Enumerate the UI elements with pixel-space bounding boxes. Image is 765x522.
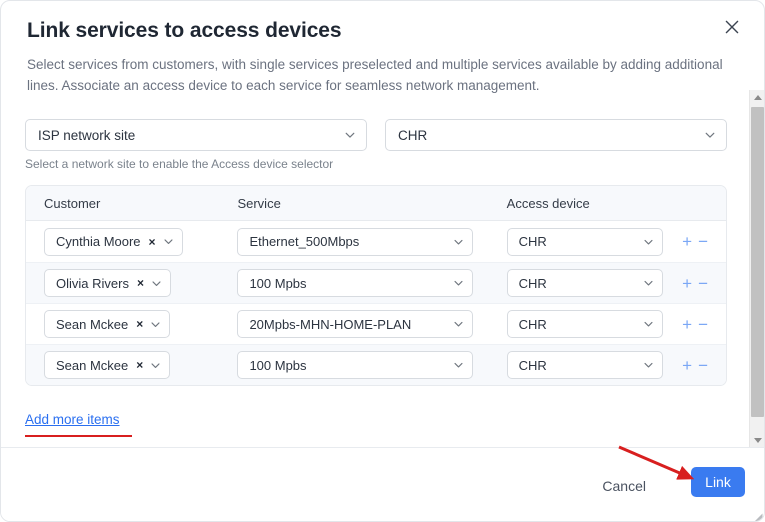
annotation-underline xyxy=(25,435,132,437)
chevron-down-icon xyxy=(344,129,356,141)
customer-select[interactable]: Sean Mckee × xyxy=(44,310,171,338)
chevron-down-icon xyxy=(453,236,464,247)
row-access-device-select[interactable]: CHR xyxy=(506,310,663,338)
remove-row-button[interactable]: − xyxy=(698,357,708,374)
service-select-value: 20Mpbs-MHN-HOME-PLAN xyxy=(249,316,412,332)
top-selector-row: ISP network site CHR xyxy=(25,119,727,151)
page-title: Link services to access devices xyxy=(27,19,342,42)
chevron-down-icon xyxy=(643,278,654,289)
table-header-row: Customer Service Access device xyxy=(26,186,726,221)
scrollbar-thumb[interactable] xyxy=(751,107,764,417)
row-access-device-select[interactable]: CHR xyxy=(506,227,663,256)
add-row-button[interactable]: + xyxy=(682,357,692,374)
chevron-down-icon xyxy=(163,236,174,247)
customer-select[interactable]: Cynthia Moore × xyxy=(44,227,183,256)
chevron-down-icon xyxy=(150,319,161,330)
vertical-scrollbar[interactable] xyxy=(749,90,764,448)
row-access-device-select[interactable]: CHR xyxy=(506,351,663,379)
cell-access-device: CHR xyxy=(495,351,674,379)
dialog-footer: Cancel Link xyxy=(1,447,764,521)
table-row: Sean Mckee × 100 Mpbs CHR + − xyxy=(26,344,726,385)
network-site-select-value: ISP network site xyxy=(38,127,136,143)
service-select-value: 100 Mpbs xyxy=(249,275,307,291)
add-more-items-link[interactable]: Add more items xyxy=(25,412,120,427)
services-table: Customer Service Access device Cynthia M… xyxy=(25,185,727,386)
cell-access-device: CHR xyxy=(495,269,674,297)
chevron-down-icon xyxy=(643,236,654,247)
link-services-dialog: Link services to access devices Select s… xyxy=(0,0,765,522)
cell-actions: + − xyxy=(674,233,726,250)
row-access-device-select[interactable]: CHR xyxy=(506,269,663,297)
row-access-device-value: CHR xyxy=(518,357,547,373)
customer-select-value: Sean Mckee xyxy=(56,357,129,373)
chevron-down-icon xyxy=(453,360,464,371)
chevron-down-icon xyxy=(704,129,716,141)
close-icon[interactable] xyxy=(718,13,746,41)
dialog-subtitle: Select services from customers, with sin… xyxy=(27,57,723,93)
dialog-body: ISP network site CHR Select a network si… xyxy=(1,93,752,448)
cell-access-device: CHR xyxy=(495,310,674,338)
row-access-device-value: CHR xyxy=(518,275,547,291)
chevron-down-icon xyxy=(453,319,464,330)
link-button[interactable]: Link xyxy=(691,467,745,497)
cell-customer: Sean Mckee × xyxy=(26,351,225,379)
access-device-select-value: CHR xyxy=(398,127,428,143)
customer-select-value: Cynthia Moore xyxy=(56,234,141,249)
cell-customer: Olivia Rivers × xyxy=(26,269,225,297)
table-row: Olivia Rivers × 100 Mpbs CHR + − xyxy=(26,262,726,303)
chevron-down-icon xyxy=(150,360,161,371)
remove-customer-icon[interactable]: × xyxy=(149,236,156,248)
customer-select[interactable]: Sean Mckee × xyxy=(44,351,171,379)
column-header-customer: Customer xyxy=(44,195,101,211)
service-select[interactable]: 20Mpbs-MHN-HOME-PLAN xyxy=(237,310,474,338)
remove-customer-icon[interactable]: × xyxy=(137,277,144,289)
add-row-button[interactable]: + xyxy=(682,316,692,333)
resize-grip-icon[interactable] xyxy=(754,509,763,521)
cell-service: 20Mpbs-MHN-HOME-PLAN xyxy=(225,310,494,338)
remove-row-button[interactable]: − xyxy=(698,275,708,292)
dialog-header: Link services to access devices Select s… xyxy=(1,1,764,96)
cell-actions: + − xyxy=(674,316,726,333)
remove-row-button[interactable]: − xyxy=(698,316,708,333)
add-more-items-container: Add more items xyxy=(25,411,132,437)
service-select[interactable]: 100 Mpbs xyxy=(237,269,474,297)
customer-select-value: Sean Mckee xyxy=(56,316,129,332)
cancel-button[interactable]: Cancel xyxy=(594,472,654,500)
caret-up-icon[interactable] xyxy=(750,90,764,105)
chevron-down-icon xyxy=(643,319,654,330)
caret-down-icon[interactable] xyxy=(750,433,764,448)
remove-customer-icon[interactable]: × xyxy=(136,359,143,371)
column-header-service: Service xyxy=(237,195,281,211)
customer-select[interactable]: Olivia Rivers × xyxy=(44,269,171,297)
add-row-button[interactable]: + xyxy=(682,275,692,292)
chevron-down-icon xyxy=(453,278,464,289)
chevron-down-icon xyxy=(643,360,654,371)
service-select[interactable]: Ethernet_500Mbps xyxy=(237,227,474,256)
cell-actions: + − xyxy=(674,275,726,292)
cell-customer: Cynthia Moore × xyxy=(26,227,225,256)
access-device-select[interactable]: CHR xyxy=(385,119,727,151)
cell-actions: + − xyxy=(674,357,726,374)
service-select-value: 100 Mpbs xyxy=(249,357,307,373)
cell-service: 100 Mpbs xyxy=(225,351,494,379)
helper-text: Select a network site to enable the Acce… xyxy=(25,157,334,171)
row-access-device-value: CHR xyxy=(518,234,547,249)
network-site-select[interactable]: ISP network site xyxy=(25,119,367,151)
remove-customer-icon[interactable]: × xyxy=(136,318,143,330)
row-access-device-value: CHR xyxy=(518,316,547,332)
cell-service: Ethernet_500Mbps xyxy=(225,227,494,256)
service-select[interactable]: 100 Mpbs xyxy=(237,351,474,379)
remove-row-button[interactable]: − xyxy=(698,233,708,250)
customer-select-value: Olivia Rivers xyxy=(56,275,129,291)
add-row-button[interactable]: + xyxy=(682,233,692,250)
table-row: Cynthia Moore × Ethernet_500Mbps CHR + − xyxy=(26,221,726,262)
cell-service: 100 Mpbs xyxy=(225,269,494,297)
chevron-down-icon xyxy=(151,278,162,289)
service-select-value: Ethernet_500Mbps xyxy=(249,234,360,249)
cell-customer: Sean Mckee × xyxy=(26,310,225,338)
cell-access-device: CHR xyxy=(495,227,674,256)
table-row: Sean Mckee × 20Mpbs-MHN-HOME-PLAN CHR + … xyxy=(26,303,726,344)
column-header-access-device: Access device xyxy=(506,195,590,211)
